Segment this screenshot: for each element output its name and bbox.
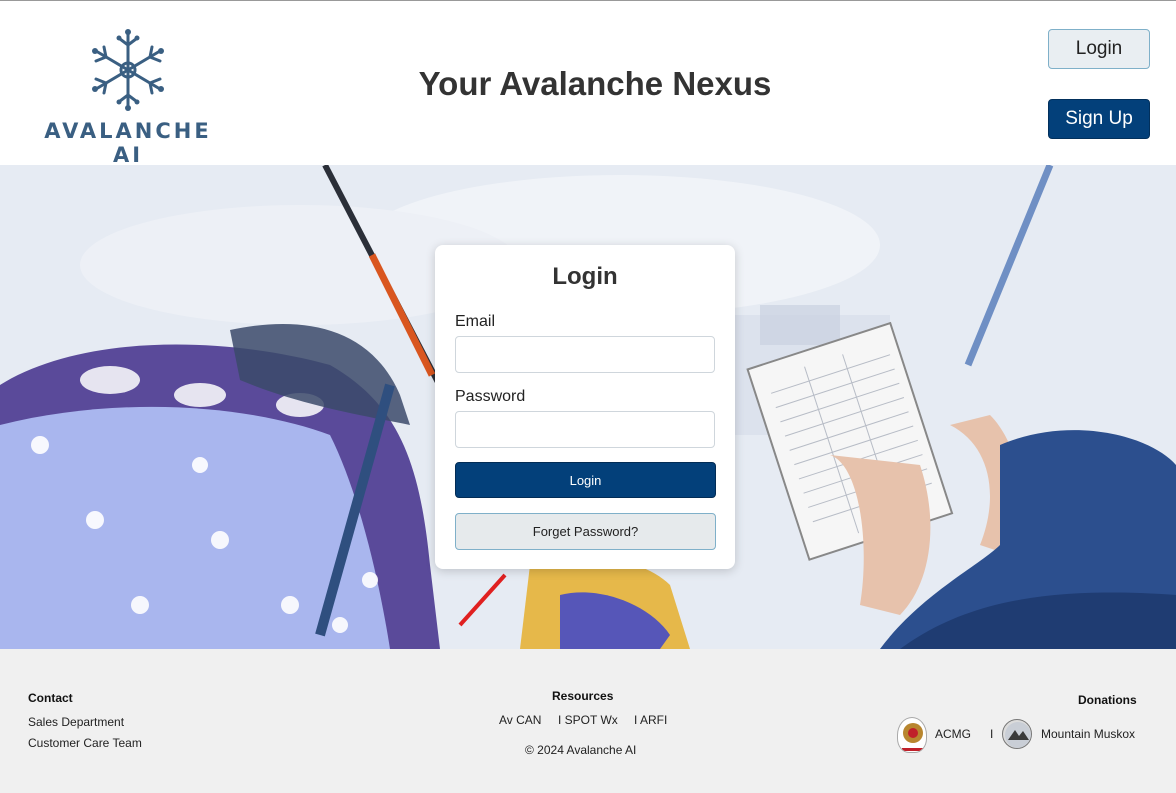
copyright-text: © 2024 Avalanche AI [525,743,637,757]
header-signup-button[interactable]: Sign Up [1048,99,1150,139]
password-field[interactable] [455,411,715,448]
login-submit-button[interactable]: Login [455,462,716,498]
email-label: Email [455,313,496,330]
mountain-muskox-logo[interactable] [1002,719,1032,749]
login-card: Login Email Password Login Forget Passwo… [435,245,735,569]
resource-link-avcan[interactable]: Av CAN [499,713,541,727]
password-label: Password [455,388,526,405]
header-login-button[interactable]: Login [1048,29,1150,69]
forget-password-button[interactable]: Forget Password? [455,513,716,550]
contact-heading: Contact [28,691,73,705]
sales-department-link[interactable]: Sales Department [28,715,124,729]
site-header: AVALANCHE AI Your Avalanche Nexus Login … [0,0,1176,167]
login-card-title: Login [552,263,618,290]
resource-link-arfi[interactable]: I ARFI [634,713,667,727]
logo-wordmark: AVALANCHE AI [44,119,212,167]
donations-heading: Donations [1078,693,1137,707]
customer-care-link[interactable]: Customer Care Team [28,736,142,750]
resources-heading: Resources [552,689,614,703]
page-title: Your Avalanche Nexus [418,65,772,102]
donation-separator: I [990,727,994,741]
donation-link-mountain-muskox[interactable]: Mountain Muskox [1041,727,1135,741]
donation-link-acmg[interactable]: ACMG [935,727,971,741]
site-footer: Contact Sales Department Customer Care T… [0,649,1176,793]
snowflake-icon [92,29,164,111]
acmg-logo[interactable] [897,717,927,753]
email-field[interactable] [455,336,715,373]
resource-link-spotwx[interactable]: I SPOT Wx [558,713,618,727]
hero-background-image: Login Email Password Login Forget Passwo… [0,165,1176,649]
avalanche-ai-logo[interactable]: AVALANCHE AI [32,27,224,167]
